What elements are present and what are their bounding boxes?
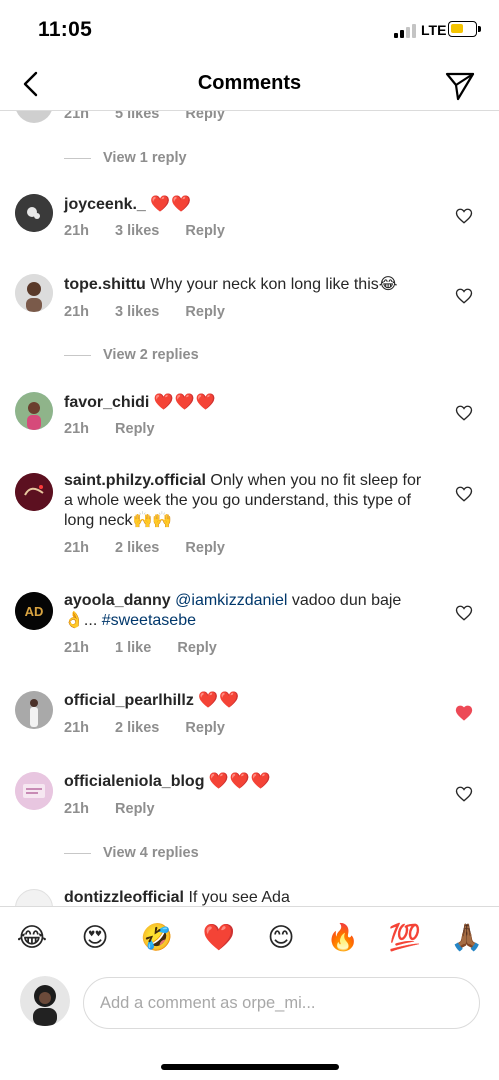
comment-time: 21h xyxy=(64,640,89,656)
status-bar: 11:05 LTE xyxy=(0,0,499,58)
cellular-signal-icon xyxy=(394,24,416,38)
reply-button[interactable]: Reply xyxy=(115,801,155,817)
comment-text: officialeniola_blog ❤️❤️❤️ xyxy=(64,772,434,792)
comment-username[interactable]: saint.philzy.official xyxy=(64,472,206,489)
comment-text: joyceenk._ ❤️❤️ xyxy=(64,195,434,215)
comment-composer xyxy=(0,970,499,1040)
comment-text: ayoola_danny @iamkizzdaniel vadoo dun ba… xyxy=(64,591,434,631)
comment-username[interactable]: ayoola_danny xyxy=(64,592,171,609)
comment-mention[interactable]: @iamkizzdaniel xyxy=(171,592,287,609)
heart-outline-icon[interactable] xyxy=(455,287,473,305)
comment-text: tope.shittu Why your neck kon long like … xyxy=(64,275,434,295)
comment-meta: 21h 2 likes Reply xyxy=(64,540,247,556)
comment-meta: 21h 2 likes Reply xyxy=(64,720,247,736)
avatar[interactable] xyxy=(15,194,53,232)
view-replies-button[interactable]: View 2 replies xyxy=(64,347,199,363)
emoji-button[interactable]: 😊 xyxy=(264,923,298,953)
heart-outline-icon[interactable] xyxy=(455,485,473,503)
comment-username[interactable]: favor_chidi xyxy=(64,394,149,411)
comment-hashtag[interactable]: #sweetasebe xyxy=(102,612,196,629)
comment-emoji: ❤️❤️❤️ xyxy=(208,773,272,790)
reply-button[interactable]: Reply xyxy=(185,720,225,736)
comment-time: 21h xyxy=(64,223,89,239)
comment-time: 21h xyxy=(64,801,89,817)
comment-body: Why your neck kon long like this😂 xyxy=(145,276,398,293)
comment-username[interactable]: officialeniola_blog xyxy=(64,773,204,790)
avatar[interactable] xyxy=(15,691,53,729)
battery-tip xyxy=(478,26,481,32)
comment-meta: 21h 5 likes Reply xyxy=(64,111,247,122)
share-button[interactable] xyxy=(443,68,477,102)
reply-button[interactable]: Reply xyxy=(177,640,217,656)
comment-meta: 21h 1 like Reply xyxy=(64,640,239,656)
heart-outline-icon[interactable] xyxy=(455,404,473,422)
heart-outline-icon[interactable] xyxy=(455,785,473,803)
network-type: LTE xyxy=(421,22,447,38)
comment-body: If you see Ada xyxy=(184,889,290,906)
comment-likes[interactable]: 5 likes xyxy=(115,111,159,122)
direct-send-icon xyxy=(445,72,475,101)
emoji-button[interactable]: 😍 xyxy=(78,923,112,953)
svg-text:AD: AD xyxy=(25,604,44,619)
emoji-button[interactable]: 😂 xyxy=(15,923,49,953)
emoji-button[interactable]: ❤️ xyxy=(202,923,236,953)
avatar[interactable] xyxy=(15,392,53,430)
emoji-button[interactable]: 🤣 xyxy=(140,923,174,953)
comment-text: dontizzleofficial If you see Ada xyxy=(64,888,434,906)
comment-likes[interactable]: 2 likes xyxy=(115,540,159,556)
avatar[interactable] xyxy=(15,274,53,312)
heart-outline-icon[interactable] xyxy=(455,604,473,622)
comment-time: 21h xyxy=(64,540,89,556)
comment-likes[interactable]: 3 likes xyxy=(115,223,159,239)
comment-time: 21h xyxy=(64,304,89,320)
comment-text: saint.philzy.official Only when you no f… xyxy=(64,471,434,531)
comment-likes[interactable]: 1 like xyxy=(115,640,151,656)
comment-meta: 21h 3 likes Reply xyxy=(64,304,247,320)
comment-meta: 21h Reply xyxy=(64,421,177,437)
battery-icon xyxy=(448,21,477,37)
avatar[interactable] xyxy=(15,889,53,906)
avatar[interactable] xyxy=(15,772,53,810)
comment-text: official_pearlhillz ❤️❤️ xyxy=(64,691,434,711)
comment-time: 21h xyxy=(64,421,89,437)
comment-username[interactable]: tope.shittu xyxy=(64,276,146,293)
comment-meta: 21h Reply xyxy=(64,801,177,817)
comment-likes[interactable]: 2 likes xyxy=(115,720,159,736)
header-bar: Comments xyxy=(0,58,499,111)
comment-username[interactable]: joyceenk._ xyxy=(64,196,146,213)
comment-input[interactable] xyxy=(83,977,480,1029)
comment-emoji: ❤️❤️❤️ xyxy=(153,394,217,411)
emoji-button[interactable]: 🙏🏾 xyxy=(450,923,484,953)
avatar[interactable]: AD xyxy=(15,592,53,630)
status-time: 11:05 xyxy=(38,18,93,41)
avatar[interactable] xyxy=(15,111,53,123)
page-title: Comments xyxy=(197,72,302,94)
comment-likes[interactable]: 3 likes xyxy=(115,304,159,320)
avatar[interactable] xyxy=(15,473,53,511)
comment-emoji: ❤️❤️ xyxy=(150,196,193,213)
comment-list[interactable]: 21h 5 likes Reply View 1 reply joyceenk.… xyxy=(0,111,499,906)
comment-emoji: ❤️❤️ xyxy=(198,692,241,709)
emoji-button[interactable]: 💯 xyxy=(388,923,422,953)
heart-filled-icon[interactable] xyxy=(455,704,473,722)
emoji-button[interactable]: 🔥 xyxy=(326,923,360,953)
reply-button[interactable]: Reply xyxy=(185,304,225,320)
comment-username[interactable]: official_pearlhillz xyxy=(64,692,194,709)
reply-button[interactable]: Reply xyxy=(115,421,155,437)
comment-meta: 21h 3 likes Reply xyxy=(64,223,247,239)
emoji-quick-bar: 😂 😍 🤣 ❤️ 😊 🔥 💯 🙏🏾 xyxy=(0,906,499,970)
current-user-avatar xyxy=(20,976,70,1026)
view-replies-button[interactable]: View 4 replies xyxy=(64,845,199,861)
reply-button[interactable]: Reply xyxy=(185,223,225,239)
reply-button[interactable]: Reply xyxy=(185,540,225,556)
comment-text: favor_chidi ❤️❤️❤️ xyxy=(64,393,434,413)
heart-outline-icon[interactable] xyxy=(455,207,473,225)
home-indicator[interactable] xyxy=(161,1064,339,1070)
comment-time: 21h xyxy=(64,720,89,736)
comment-username[interactable]: dontizzleofficial xyxy=(64,889,184,906)
comment-time: 21h xyxy=(64,111,89,122)
reply-button[interactable]: Reply xyxy=(185,111,225,122)
view-replies-button[interactable]: View 1 reply xyxy=(64,150,187,166)
